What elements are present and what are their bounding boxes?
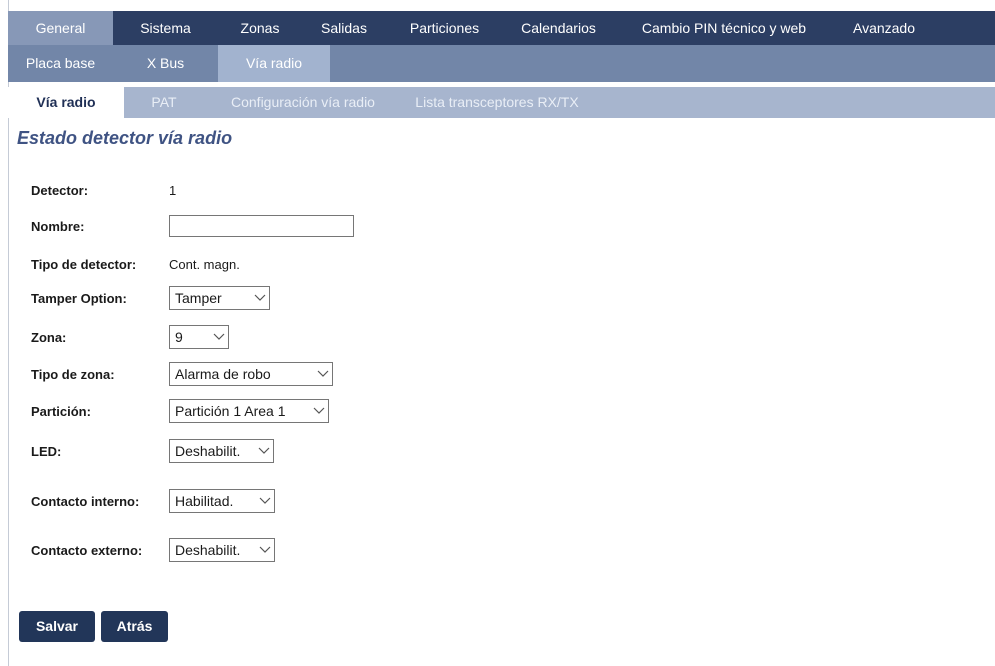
section-nav: Vía radio PAT Configuración vía radio Li… xyxy=(8,87,995,118)
page-title: Estado detector vía radio xyxy=(17,128,233,148)
tab-lista-transceptores[interactable]: Lista transceptores RX/TX xyxy=(402,87,592,118)
tab-via-radio[interactable]: Vía radio xyxy=(218,45,330,82)
nombre-row: Nombre: xyxy=(31,214,169,238)
particion-label: Partición: xyxy=(31,403,91,419)
contacto-externo-row: Contacto externo: xyxy=(31,538,169,562)
tipo-detector-value: Cont. magn. xyxy=(169,256,240,272)
contacto-interno-row: Contacto interno: xyxy=(31,489,169,513)
tamper-option-value: Tamper xyxy=(175,290,222,306)
contacto-interno-select[interactable]: Habilitad. xyxy=(169,489,275,513)
tab-zonas[interactable]: Zonas xyxy=(218,11,302,45)
led-select[interactable]: Deshabilit. xyxy=(169,439,274,463)
chevron-down-icon xyxy=(314,367,332,381)
tab-general[interactable]: General xyxy=(8,11,113,45)
nombre-label: Nombre: xyxy=(31,218,85,234)
tab-pat[interactable]: PAT xyxy=(124,87,204,118)
chevron-down-icon xyxy=(256,494,274,508)
chevron-down-icon xyxy=(255,444,273,458)
tab-cambio-pin[interactable]: Cambio PIN técnico y web xyxy=(614,11,834,45)
tab-via-radio-status[interactable]: Vía radio xyxy=(8,87,124,118)
zona-label: Zona: xyxy=(31,329,67,345)
detector-label: Detector: xyxy=(31,182,89,198)
tab-x-bus[interactable]: X Bus xyxy=(113,45,218,82)
chevron-down-icon xyxy=(210,330,228,344)
contacto-externo-value: Deshabilit. xyxy=(175,542,241,558)
particion-value: Partición 1 Area 1 xyxy=(175,403,286,419)
tipo-zona-value: Alarma de robo xyxy=(175,366,271,382)
tab-avanzado[interactable]: Avanzado xyxy=(834,11,934,45)
save-button[interactable]: Salvar xyxy=(19,611,95,642)
chevron-down-icon xyxy=(256,543,274,557)
sub-nav: Placa base X Bus Vía radio xyxy=(8,45,995,82)
particion-select[interactable]: Partición 1 Area 1 xyxy=(169,399,329,423)
tamper-option-select[interactable]: Tamper xyxy=(169,286,270,310)
chevron-down-icon xyxy=(310,404,328,418)
contacto-externo-label: Contacto externo: xyxy=(31,542,143,558)
tab-placa-base[interactable]: Placa base xyxy=(8,45,113,82)
chevron-down-icon xyxy=(251,291,269,305)
detector-row: Detector: 1 xyxy=(31,178,176,202)
detector-value: 1 xyxy=(169,182,177,198)
main-nav: General Sistema Zonas Salidas Particione… xyxy=(8,11,995,45)
tab-configuracion-via-radio[interactable]: Configuración vía radio xyxy=(204,87,402,118)
contacto-interno-label: Contacto interno: xyxy=(31,493,140,509)
tipo-detector-row: Tipo de detector: Cont. magn. xyxy=(31,252,240,276)
tamper-option-row: Tamper Option: xyxy=(31,286,169,310)
zona-select[interactable]: 9 xyxy=(169,325,229,349)
led-label: LED: xyxy=(31,443,62,459)
back-button[interactable]: Atrás xyxy=(101,611,168,642)
tab-calendarios[interactable]: Calendarios xyxy=(503,11,614,45)
tipo-zona-select[interactable]: Alarma de robo xyxy=(169,362,333,386)
led-row: LED: xyxy=(31,439,169,463)
tamper-option-label: Tamper Option: xyxy=(31,290,127,306)
tipo-zona-label: Tipo de zona: xyxy=(31,366,115,382)
contacto-externo-select[interactable]: Deshabilit. xyxy=(169,538,275,562)
tab-sistema[interactable]: Sistema xyxy=(113,11,218,45)
contacto-interno-value: Habilitad. xyxy=(175,493,234,509)
zona-row: Zona: xyxy=(31,325,169,349)
tipo-detector-label: Tipo de detector: xyxy=(31,256,137,272)
tab-particiones[interactable]: Particiones xyxy=(386,11,503,45)
tab-salidas[interactable]: Salidas xyxy=(302,11,386,45)
zona-value: 9 xyxy=(175,329,183,345)
particion-row: Partición: xyxy=(31,399,169,423)
tipo-zona-row: Tipo de zona: xyxy=(31,362,169,386)
led-value: Deshabilit. xyxy=(175,443,241,459)
nombre-input[interactable] xyxy=(169,215,354,237)
